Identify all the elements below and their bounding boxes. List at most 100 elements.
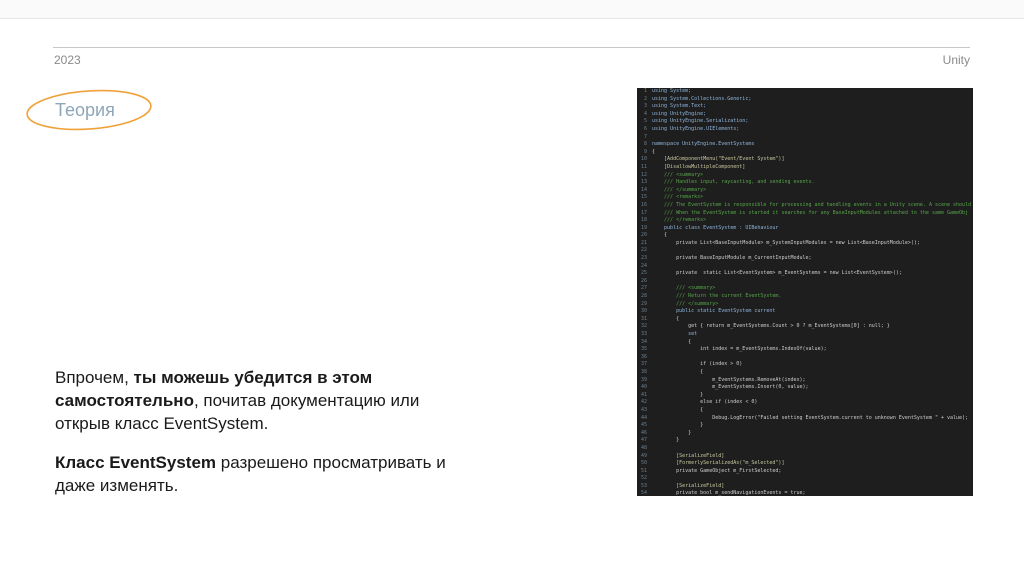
code-line: 30 public static EventSystem current [637, 308, 973, 316]
code-text: { [652, 232, 668, 239]
code-text: [FormerlySerializedAs("m_Selected")] [652, 460, 785, 467]
code-line: 52 [637, 475, 973, 483]
code-line: 5 using UnityEngine.Serialization; [637, 118, 973, 126]
line-number: 25 [640, 270, 647, 277]
code-line: 12 /// <summary> [637, 172, 973, 180]
code-line: 27 /// <summary> [637, 285, 973, 293]
header-divider [53, 47, 970, 48]
code-line: 21 private List<BaseInputModule> m_Syste… [637, 240, 973, 248]
code-text: { [652, 406, 704, 413]
code-line: 38 { [637, 369, 973, 377]
line-number: 47 [640, 437, 647, 444]
top-frame [0, 0, 1024, 19]
code-text: int index = m_EventSystems.IndexOf(value… [652, 346, 827, 353]
code-text: public class EventSystem : UIBehaviour [652, 224, 779, 231]
code-line: 45 } [637, 422, 973, 430]
code-line: 15 /// <remarks> [637, 194, 973, 202]
code-line: 28 /// Return the current EventSystem. [637, 293, 973, 301]
line-number: 29 [640, 300, 647, 307]
line-number: 10 [640, 156, 647, 163]
code-line: 51 private GameObject m_FirstSelected; [637, 468, 973, 476]
line-number: 54 [640, 490, 647, 496]
code-line: 46 } [637, 430, 973, 438]
line-number: 45 [640, 422, 647, 429]
code-text: { [652, 315, 680, 322]
code-text: using UnityEngine; [652, 110, 707, 117]
line-number: 44 [640, 414, 647, 421]
line-number: 42 [640, 399, 647, 406]
code-line: 6 using UnityEngine.UIElements; [637, 126, 973, 134]
code-line: 7 [637, 134, 973, 142]
line-number: 4 [643, 110, 647, 117]
line-number: 26 [640, 277, 647, 284]
line-number: 21 [640, 239, 647, 246]
code-text: private bool m_sendNavigationEvents = tr… [652, 490, 806, 496]
code-text: set [652, 331, 698, 337]
code-line: 48 [637, 445, 973, 453]
code-line: 8 namespace UnityEngine.EventSystems [637, 141, 973, 149]
code-line: 41 } [637, 392, 973, 400]
code-line: 35 int index = m_EventSystems.IndexOf(va… [637, 346, 973, 354]
code-line: 39 m_EventSystems.RemoveAt(index); [637, 377, 973, 385]
line-number: 15 [640, 194, 647, 201]
line-number: 35 [640, 346, 647, 353]
line-number: 2 [643, 95, 647, 102]
line-number: 48 [640, 444, 647, 451]
code-text: { [652, 148, 656, 155]
code-line: 44 Debug.LogError("Failed setting EventS… [637, 415, 973, 423]
code-line: 40 m_EventSystems.Insert(0, value); [637, 384, 973, 392]
code-line: 18 /// </remarks> [637, 217, 973, 225]
code-line: 54 private bool m_sendNavigationEvents =… [637, 490, 973, 496]
code-line: 9{ [637, 149, 973, 157]
code-text: public static EventSystem current [652, 308, 776, 315]
line-number: 5 [643, 118, 647, 125]
code-line: 11 [DisallowMultipleComponent] [637, 164, 973, 172]
code-text: using System.Text; [652, 103, 707, 110]
line-number: 53 [640, 482, 647, 489]
code-text: } [652, 437, 680, 444]
line-number: 24 [640, 262, 647, 269]
line-number: 43 [640, 406, 647, 413]
line-number: 33 [640, 331, 647, 337]
code-line: 50 [FormerlySerializedAs("m_Selected")] [637, 460, 973, 468]
code-text: } [652, 422, 704, 429]
line-number: 14 [640, 186, 647, 193]
code-text: m_EventSystems.Insert(0, value); [652, 384, 809, 391]
line-number: 20 [640, 232, 647, 239]
line-number: 7 [643, 133, 647, 140]
code-line: 29 /// </summary> [637, 301, 973, 309]
paragraph-2: Класс EventSystem разрешено просматриват… [55, 451, 475, 497]
header-year: 2023 [54, 53, 81, 67]
line-number: 36 [640, 353, 647, 360]
code-text: private List<BaseInputModule> m_SystemIn… [652, 239, 920, 246]
code-line: 33 set [637, 331, 973, 339]
code-line: 1 using System; [637, 88, 973, 96]
code-text: /// Handles input, raycasting, and sendi… [652, 179, 815, 186]
code-text: using UnityEngine.UIElements; [652, 125, 740, 132]
code-text: m_EventSystems.RemoveAt(index); [652, 376, 806, 383]
code-text: using UnityEngine.Serialization; [652, 118, 749, 125]
p2-bold: Класс EventSystem [55, 453, 217, 472]
code-line: 19 public class EventSystem : UIBehaviou… [637, 225, 973, 233]
line-number: 11 [640, 163, 647, 170]
line-number: 46 [640, 429, 647, 436]
code-text: using System; [652, 88, 692, 94]
code-line: 13 /// Handles input, raycasting, and se… [637, 179, 973, 187]
line-number: 40 [640, 384, 647, 391]
code-text: /// </summary> [652, 300, 719, 307]
code-text: /// When the EventSystem is started it s… [652, 209, 969, 216]
p1-lead: Впрочем, [55, 368, 134, 387]
line-number: 27 [640, 285, 647, 292]
paragraph-1: Впрочем, ты можешь убедится в этом самос… [55, 366, 475, 435]
code-text: get { return m_EventSystems.Count > 0 ? … [652, 323, 890, 330]
code-line: 10 [AddComponentMenu("Event/Event System… [637, 156, 973, 164]
line-number: 22 [640, 247, 647, 254]
code-line: 3 using System.Text; [637, 103, 973, 111]
line-number: 23 [640, 255, 647, 262]
code-line: 25 private static List<EventSystem> m_Ev… [637, 270, 973, 278]
line-number: 3 [643, 103, 647, 110]
code-text: /// <summary> [652, 285, 716, 292]
line-number: 49 [640, 452, 647, 459]
line-number: 12 [640, 171, 647, 178]
code-text: Debug.LogError("Failed setting EventSyst… [652, 414, 969, 421]
